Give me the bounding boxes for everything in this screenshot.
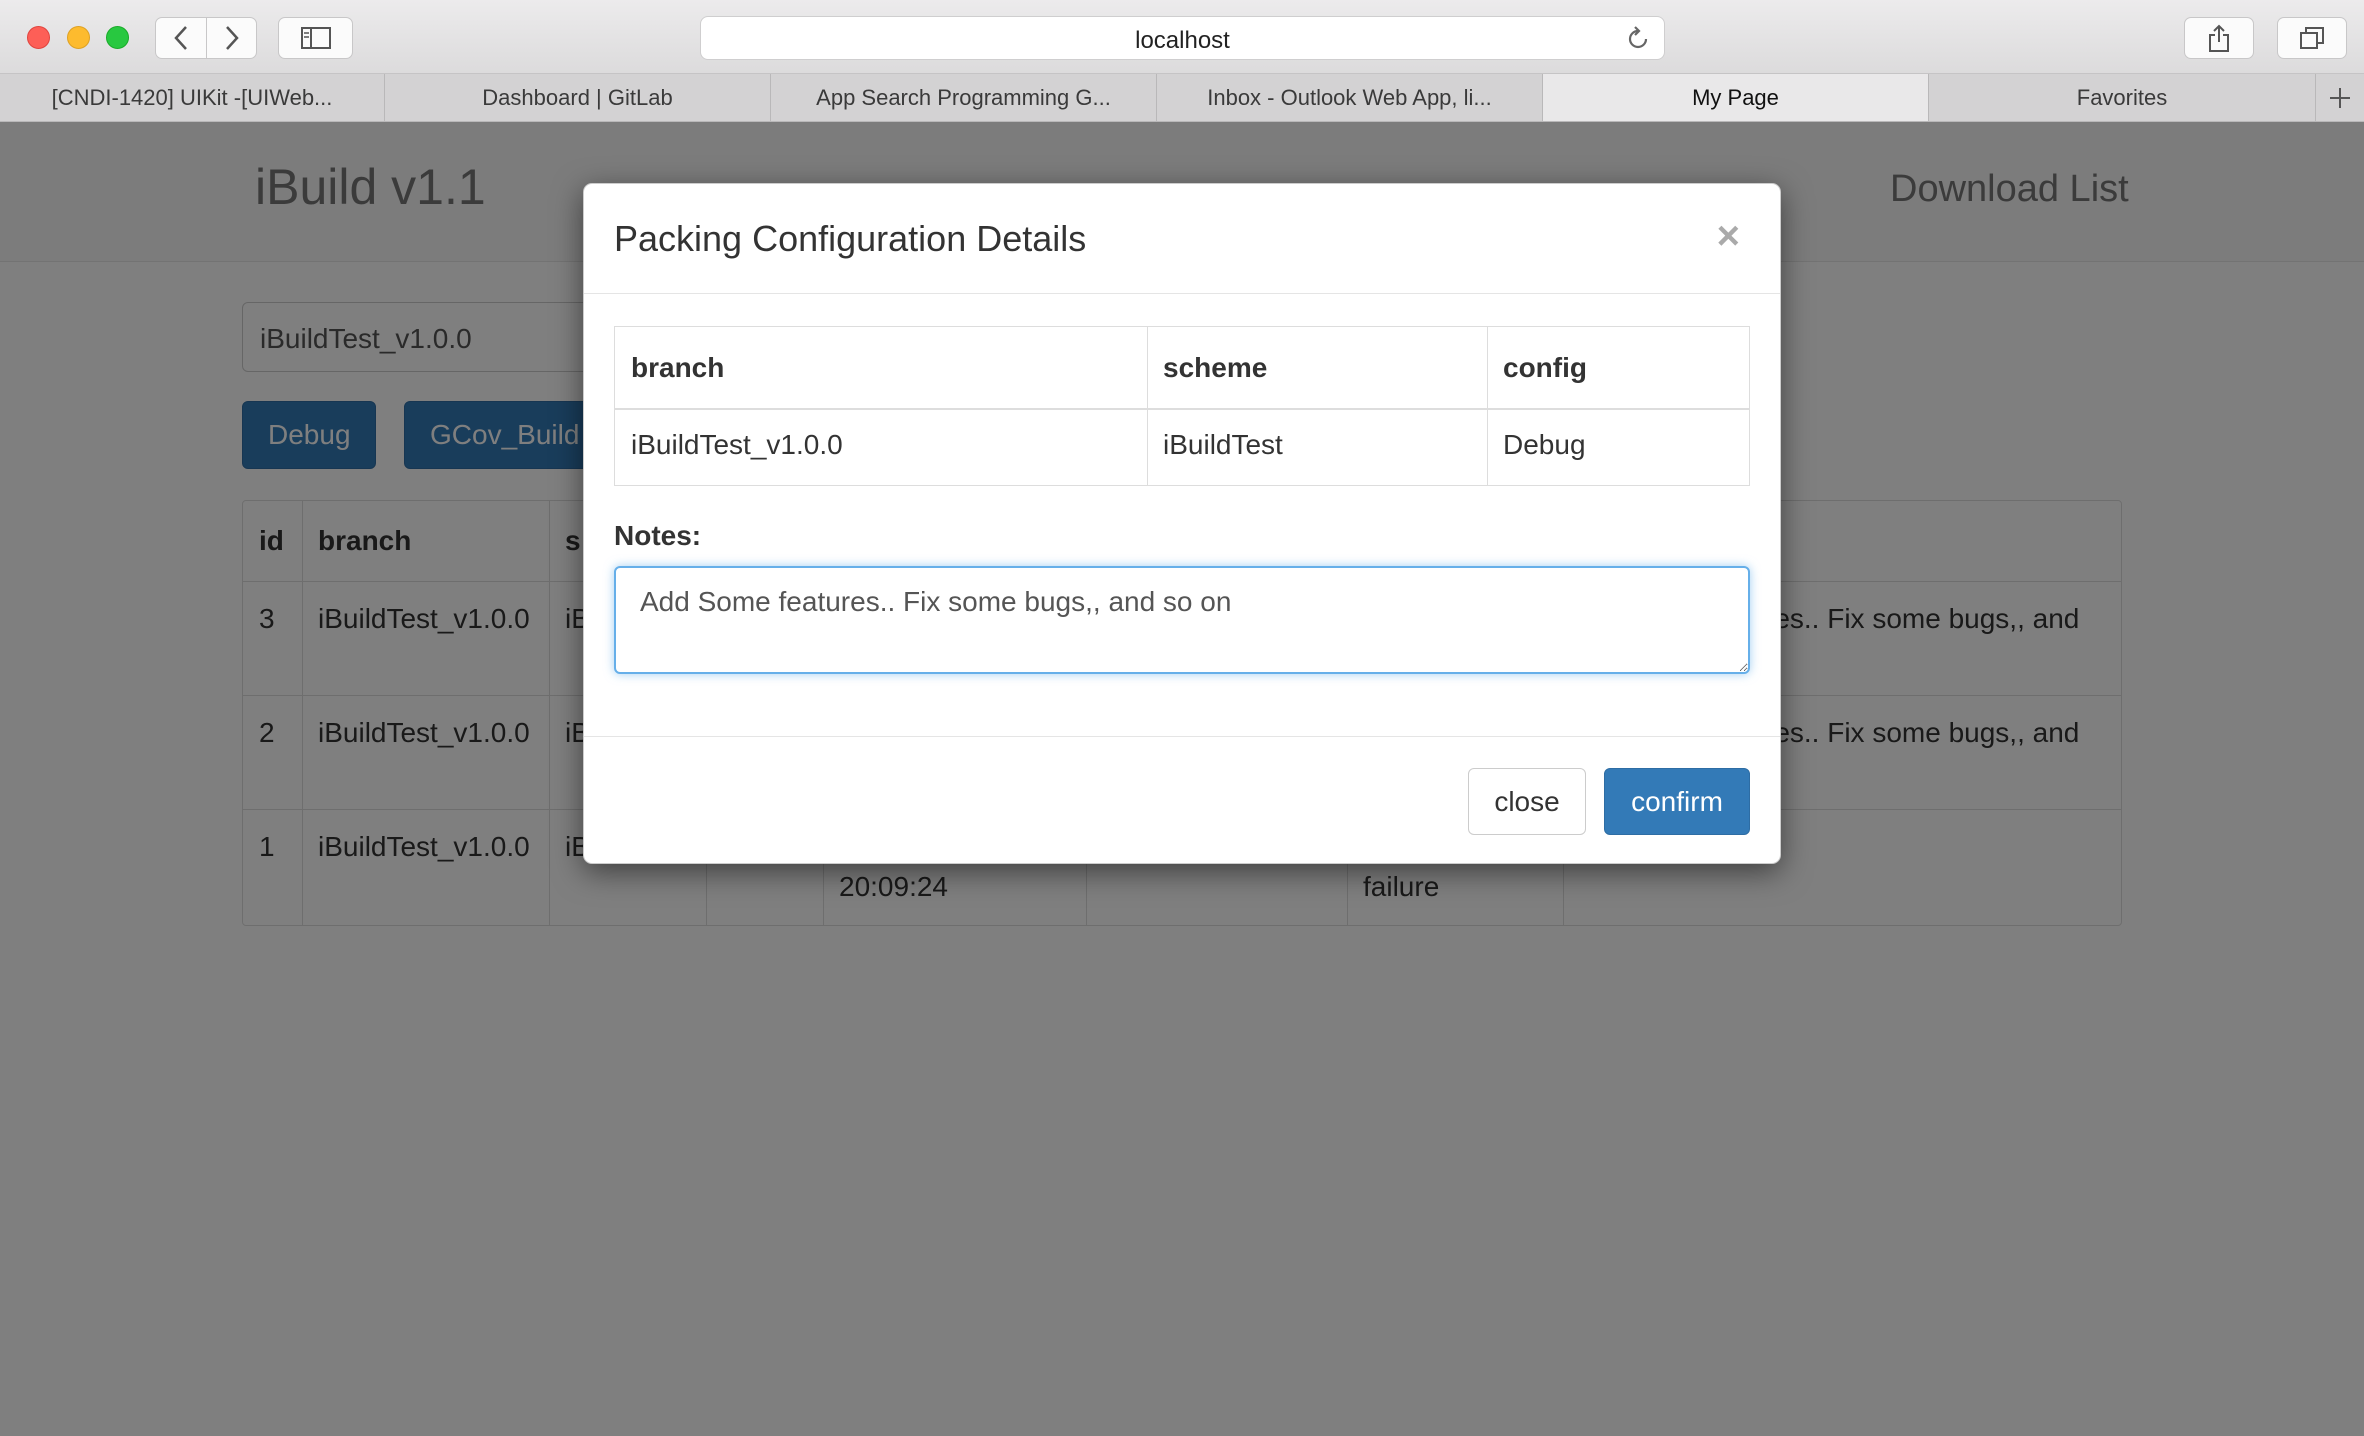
tab-bar: [CNDI-1420] UIKit -[UIWeb... Dashboard |… (0, 74, 2364, 122)
confirm-button[interactable]: confirm (1604, 768, 1750, 835)
forward-button[interactable] (207, 18, 257, 58)
config-value-branch: iBuildTest_v1.0.0 (631, 429, 843, 460)
notes-textarea[interactable]: Add Some features.. Fix some bugs,, and … (614, 566, 1750, 674)
tab-outlook[interactable]: Inbox - Outlook Web App, li... (1157, 74, 1543, 121)
config-header-scheme: scheme (1163, 352, 1268, 383)
address-bar[interactable]: localhost (700, 16, 1665, 60)
modal-title: Packing Configuration Details (614, 218, 1087, 259)
sidebar-toggle-button[interactable] (278, 17, 353, 59)
tab-label: App Search Programming G... (816, 84, 1111, 110)
config-value-config: Debug (1503, 429, 1586, 460)
chevron-right-icon (226, 26, 239, 50)
tab-cndi-1420[interactable]: [CNDI-1420] UIKit -[UIWeb... (0, 74, 385, 121)
window-close-button[interactable] (27, 26, 50, 49)
col-divider (1487, 327, 1488, 485)
window-zoom-button[interactable] (106, 26, 129, 49)
col-divider (1147, 327, 1148, 485)
sidebar-icon (300, 27, 331, 49)
tab-favorites[interactable]: Favorites (1929, 74, 2316, 121)
modal-header: Packing Configuration Details × (584, 184, 1780, 294)
tab-label: [CNDI-1420] UIKit -[UIWeb... (51, 84, 333, 110)
share-icon (2209, 24, 2229, 52)
show-tabs-button[interactable] (2277, 17, 2347, 59)
browser-toolbar: localhost (0, 0, 2364, 74)
tab-gitlab[interactable]: Dashboard | GitLab (385, 74, 771, 121)
tab-label: Inbox - Outlook Web App, li... (1207, 84, 1492, 110)
tab-my-page[interactable]: My Page (1543, 74, 1929, 121)
config-header-config: config (1503, 352, 1587, 383)
config-value-scheme: iBuildTest (1163, 429, 1283, 460)
config-header-branch: branch (631, 352, 725, 383)
plus-icon (2330, 87, 2350, 108)
share-button[interactable] (2184, 17, 2254, 59)
tab-app-search[interactable]: App Search Programming G... (771, 74, 1157, 121)
window-minimize-button[interactable] (67, 26, 90, 49)
new-tab-button[interactable] (2316, 74, 2364, 121)
tab-label: Dashboard | GitLab (482, 84, 673, 110)
history-nav (155, 17, 257, 59)
reload-icon[interactable] (1624, 25, 1652, 53)
chevron-left-icon (174, 26, 187, 50)
packing-config-modal: Packing Configuration Details × branch s… (583, 183, 1781, 864)
notes-label: Notes: (614, 520, 702, 551)
url-text: localhost (1135, 27, 1230, 54)
row-divider (615, 408, 1749, 410)
tab-label: Favorites (2076, 84, 2168, 110)
close-icon[interactable]: × (1717, 214, 1740, 259)
config-table: branch scheme config iBuildTest_v1.0.0 i… (614, 326, 1750, 486)
back-button[interactable] (156, 18, 206, 58)
modal-footer: close confirm (584, 736, 1780, 864)
tab-label: My Page (1692, 84, 1779, 110)
close-button[interactable]: close (1468, 768, 1586, 835)
tabs-overview-icon (2300, 27, 2324, 49)
